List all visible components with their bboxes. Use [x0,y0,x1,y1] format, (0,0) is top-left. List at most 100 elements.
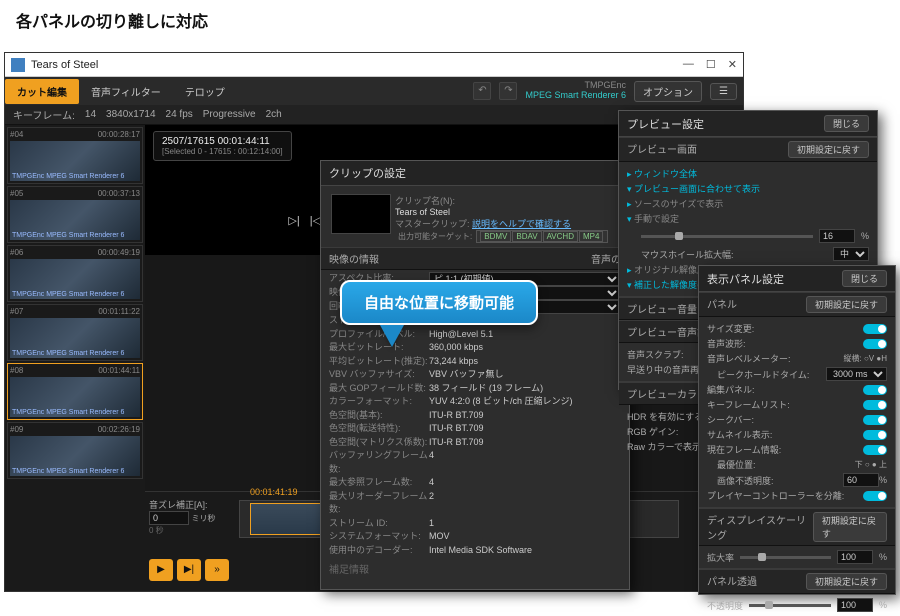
scaling-head: ディスプレイスケーリング [707,512,813,542]
play-button[interactable]: ▶| [177,559,201,581]
video-info-head: 映像の情報 [329,251,379,266]
option-button[interactable]: オプション [634,81,702,102]
scaling-reset-button[interactable]: 初期設定に戻す [813,512,887,542]
clip-name-label: クリップ名(N): [395,194,609,207]
maximize-icon[interactable]: ☐ [706,58,716,71]
main-toolbar: カット編集 音声フィルター テロップ ↶ ↷ TMPGEnc MPEG Smar… [5,77,743,105]
clip-thumb-05[interactable]: #0500:00:37:13TMPGEnc MPEG Smart Rendere… [7,186,143,243]
clip-thumb-08[interactable]: #0800:01:44:11TMPGEnc MPEG Smart Rendere… [7,363,143,420]
kflist-label: キーフレームリスト: [707,398,790,411]
raw-color-label: Raw カラーで表示: [627,440,703,453]
trans-reset-button[interactable]: 初期設定に戻す [806,573,887,590]
zoom-slider[interactable] [641,235,813,238]
titlebar[interactable]: Tears of Steel — ☐ ✕ [5,53,743,77]
next-clip-button[interactable]: » [205,559,229,581]
undo-button[interactable]: ↶ [473,82,491,100]
timeline-play-controls: ▶ ▶| » [149,559,229,581]
clip-detail-row: 使用中のデコーダー:Intel Media SDK Software [321,544,629,558]
clip-sidebar[interactable]: #0400:00:28:17TMPGEnc MPEG Smart Rendere… [5,125,145,591]
mark-in-icon[interactable]: ▷| [288,214,299,227]
peak-select[interactable]: 3000 ms [826,367,887,381]
img-opacity-input[interactable] [843,473,879,487]
clip-detail-row: 平均ビットレート(推定):73,244 kbps [321,355,629,369]
page-title: 各パネルの切り離しに対応 [0,0,900,40]
clip-thumb-07[interactable]: #0700:01:11:22TMPGEnc MPEG Smart Rendere… [7,304,143,361]
clip-detail-row: 色空間(マトリクス係数):ITU-R BT.709 [321,436,629,450]
clip-detail-row: システムフォーマット:MOV [321,530,629,544]
panel-reset-button[interactable]: 初期設定に戻す [806,296,887,313]
scale-input[interactable] [837,550,873,564]
play-range-button[interactable]: ▶ [149,559,173,581]
resolution: 3840x1714 [106,109,156,120]
tab-audio-filter[interactable]: 音声フィルター [79,79,173,104]
audio-offset-input[interactable] [149,511,189,525]
rgb-gain-label: RGB ゲイン: [627,425,678,438]
master-help-link[interactable]: 説明をヘルプで確認する [472,219,571,229]
seekbar-toggle[interactable] [863,415,887,425]
redo-button[interactable]: ↷ [499,82,517,100]
manual-option[interactable]: 手動で設定 [627,211,869,226]
target-badge: BDMV [480,231,511,242]
audio-offset-control: 音ズレ補正[A]: ミリ秒 0 秒 [149,498,216,536]
zoom-pct-input[interactable] [819,229,855,243]
thumb-toggle[interactable] [863,430,887,440]
tab-cut-edit[interactable]: カット編集 [5,79,79,104]
zoom-label: 拡大率 [707,551,734,564]
app-icon [11,58,25,72]
frame-info-toggle[interactable] [863,445,887,455]
panel-head: パネル [707,296,737,313]
scale-slider[interactable] [740,556,831,559]
source-size-option[interactable]: ソースのサイズで表示 [627,196,869,211]
opacity-slider[interactable] [749,604,831,607]
clip-settings-panel[interactable]: クリップの設定 クリップ名(N): Tears of Steel マスタークリッ… [320,160,630,590]
target-badge: BDAV [512,231,541,242]
clip-detail-row: 最大 GOPフィールド数:38 フィールド (19 フレーム) [321,382,629,396]
clip-footer: 補足情報 [321,557,629,580]
preview-panel-title[interactable]: プレビュー設定 [627,116,704,132]
resize-toggle[interactable] [863,324,887,334]
tc-in: 00:01:41:19 [250,487,298,497]
close-icon[interactable]: ✕ [728,58,737,71]
fit-window-option[interactable]: ウィンドウ全体 [627,166,869,181]
clip-panel-title[interactable]: クリップの設定 [321,161,629,186]
kflist-toggle[interactable] [863,400,887,410]
preview-screen-head: プレビュー画面 [627,141,697,158]
clip-thumb-06[interactable]: #0600:00:49:19TMPGEnc MPEG Smart Rendere… [7,245,143,302]
edit-panel-label: 編集パネル: [707,383,755,396]
preview-volume-head: プレビュー音量 [627,301,697,316]
audio-info-head: 音声の [591,251,621,266]
resize-label: サイズ変更: [707,322,754,335]
opacity-label: 不透明度 [707,599,743,612]
edit-panel-toggle[interactable] [863,385,887,395]
waveform-toggle[interactable] [863,339,887,349]
opacity-input[interactable] [837,598,873,612]
callout-bubble: 自由な位置に移動可能 [340,280,538,347]
display-panel-settings[interactable]: 表示パネル設定閉じる パネル初期設定に戻す サイズ変更: 音声波形: 音声レベル… [698,265,896,595]
master-clip-label: マスタークリップ: [395,219,470,229]
preview-close-button[interactable]: 閉じる [824,115,869,132]
tab-telop[interactable]: テロップ [173,79,237,104]
clip-detail-row: 最大参照フレーム数:4 [321,476,629,490]
mouse-wheel-select[interactable]: 中 [833,247,869,261]
channels: 2ch [266,109,282,120]
target-badge: MP4 [579,231,603,242]
mouse-wheel-label: マウスホイール拡大幅: [641,248,734,261]
minimize-icon[interactable]: — [683,58,694,71]
display-panel-title[interactable]: 表示パネル設定 [707,271,784,287]
brand-logo: TMPGEnc MPEG Smart Renderer 6 [525,81,626,101]
fit-preview-option[interactable]: プレビュー画面に合わせて表示 [627,181,869,196]
preview-reset-button[interactable]: 初期設定に戻す [788,141,869,158]
clip-thumb-09[interactable]: #0900:02:26:19TMPGEnc MPEG Smart Rendere… [7,422,143,479]
frame-info-label: 現在フレーム情報: [707,443,781,456]
waveform-label: 音声波形: [707,337,746,350]
framerate: 24 fps [166,109,193,120]
menu-icon[interactable]: ☰ [710,83,737,100]
clip-detail-row: VBV バッファサイズ:VBV バッファ無し [321,368,629,382]
split-controller-toggle[interactable] [863,491,887,501]
clip-detail-row: 最大リオーダーフレーム数:2 [321,490,629,517]
display-close-button[interactable]: 閉じる [842,270,887,287]
clip-thumb-04[interactable]: #0400:00:28:17TMPGEnc MPEG Smart Rendere… [7,127,143,184]
img-opacity-label: 画像不透明度: [717,474,774,487]
clip-detail-row: 色空間(転送特性):ITU-R BT.709 [321,422,629,436]
target-label: 出力可能ターゲット: [395,231,475,242]
